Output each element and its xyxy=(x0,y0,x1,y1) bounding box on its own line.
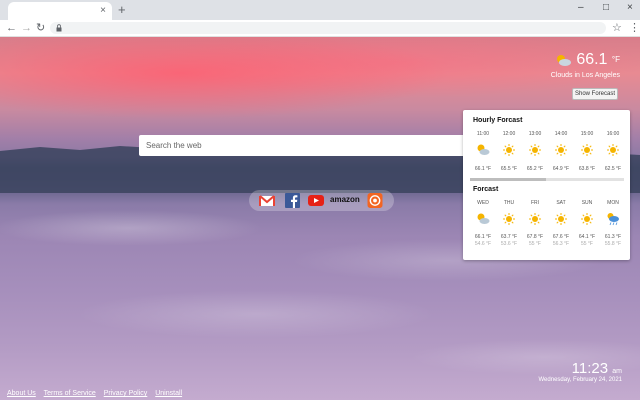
sun-icon xyxy=(548,212,574,226)
footer-links: About Us Terms of Service Privacy Policy… xyxy=(7,390,188,397)
clock-date: Wednesday, February 24, 2021 xyxy=(538,377,623,383)
day-low: 55.8 °F xyxy=(604,241,622,247)
hour-temp: 63.8 °F xyxy=(578,166,596,172)
hour-temp: 62.5 °F xyxy=(604,166,622,172)
new-tab-icon[interactable]: + xyxy=(118,3,126,17)
hour-label: 14:00 xyxy=(554,131,568,137)
temp-unit: °F xyxy=(611,55,620,64)
hour-label: 13:00 xyxy=(528,131,542,137)
hour-label: 12:00 xyxy=(502,131,516,137)
day-label: SAT xyxy=(556,200,566,206)
day-label: MON xyxy=(607,200,619,206)
clock: 11:23 am xyxy=(572,360,622,377)
clock-ampm: am xyxy=(612,368,622,375)
sun-icon xyxy=(600,143,626,157)
hourly-icons xyxy=(470,143,626,157)
terms-link[interactable]: Terms of Service xyxy=(44,390,96,397)
search-placeholder: Search the web xyxy=(146,141,202,150)
day-high: 61.3 °F xyxy=(604,234,622,240)
day-label: THU xyxy=(503,200,515,206)
back-icon[interactable]: ← xyxy=(6,21,17,35)
partly-cloudy-icon xyxy=(556,54,571,66)
shortcuts-bar: amazon xyxy=(249,190,394,211)
current-temp: 66.1 xyxy=(576,51,608,68)
sun-icon xyxy=(574,212,600,226)
day-low: 55 °F xyxy=(580,241,593,247)
day-high: 66.1 °F xyxy=(474,234,492,240)
browser-tabstrip: × + – □ × xyxy=(0,0,640,20)
partly-cloudy-icon xyxy=(470,212,496,226)
daily-highs: 66.1 °F 63.7 °F 67.8 °F 67.6 °F 64.1 °F … xyxy=(470,234,626,240)
maximize-icon[interactable]: □ xyxy=(603,2,609,14)
hourly-temps: 66.1 °F 65.5 °F 65.2 °F 64.9 °F 63.8 °F … xyxy=(470,166,626,172)
browser-menu-icon[interactable]: ⋮ xyxy=(629,21,640,35)
daily-icons xyxy=(470,212,626,226)
minimize-icon[interactable]: – xyxy=(578,2,584,14)
day-high: 64.1 °F xyxy=(578,234,596,240)
day-high: 67.8 °F xyxy=(526,234,544,240)
address-bar[interactable] xyxy=(50,22,606,34)
daily-days: WED THU FRI SAT SUN MON xyxy=(470,200,626,206)
hourly-title: Hourly Forcast xyxy=(473,117,523,124)
day-high: 67.6 °F xyxy=(552,234,570,240)
current-temp-row: 66.1 °F xyxy=(551,50,620,70)
hour-temp: 65.5 °F xyxy=(500,166,518,172)
hour-temp: 64.9 °F xyxy=(552,166,570,172)
day-label: WED xyxy=(477,200,489,206)
facebook-icon[interactable] xyxy=(285,193,300,208)
day-low: 53.6 °F xyxy=(500,241,518,247)
privacy-link[interactable]: Privacy Policy xyxy=(104,390,148,397)
hour-temp: 66.1 °F xyxy=(474,166,492,172)
browser-tab[interactable]: × xyxy=(8,2,112,20)
day-low: 55 °F xyxy=(528,241,541,247)
sun-icon xyxy=(522,212,548,226)
search-input[interactable]: Search the web xyxy=(139,135,463,156)
forecast-panel: Hourly Forcast 11:00 12:00 13:00 14:00 1… xyxy=(463,110,630,260)
lock-icon xyxy=(56,24,62,32)
day-low: 54.6 °F xyxy=(474,241,492,247)
sun-icon xyxy=(496,212,522,226)
bookmark-star-icon[interactable]: ☆ xyxy=(612,21,622,35)
sun-icon xyxy=(548,143,574,157)
show-forecast-button[interactable]: Show Forecast xyxy=(572,88,618,100)
daily-lows: 54.6 °F 53.6 °F 55 °F 56.3 °F 55 °F 55.8… xyxy=(470,241,626,247)
about-us-link[interactable]: About Us xyxy=(7,390,36,397)
hour-label: 16:00 xyxy=(606,131,620,137)
hour-label: 11:00 xyxy=(476,131,490,137)
reload-icon[interactable]: ↻ xyxy=(36,21,45,35)
clock-time: 11:23 xyxy=(571,360,609,377)
current-weather: 66.1 °F Clouds in Los Angeles xyxy=(551,50,620,79)
scrollbar-thumb[interactable] xyxy=(470,178,546,181)
amazon-shortcut[interactable]: amazon xyxy=(330,195,360,210)
window-close-icon[interactable]: × xyxy=(627,2,633,14)
hourly-times: 11:00 12:00 13:00 14:00 15:00 16:00 xyxy=(470,131,626,137)
sun-icon xyxy=(574,143,600,157)
browser-toolbar: ← → ↻ ☆ ⋮ xyxy=(0,20,640,37)
day-label: SUN xyxy=(581,200,593,206)
youtube-icon[interactable] xyxy=(308,193,324,208)
hour-temp: 65.2 °F xyxy=(526,166,544,172)
forward-icon[interactable]: → xyxy=(21,21,32,35)
sun-icon xyxy=(522,143,548,157)
uninstall-link[interactable]: Uninstall xyxy=(155,390,182,397)
day-label: FRI xyxy=(530,200,540,206)
weather-description: Clouds in Los Angeles xyxy=(550,72,620,79)
hour-label: 15:00 xyxy=(580,131,594,137)
rain-cloud-icon xyxy=(600,212,626,226)
sun-icon xyxy=(496,143,522,157)
shortcut-app-icon[interactable] xyxy=(367,193,383,208)
gmail-icon[interactable] xyxy=(259,193,275,208)
partly-cloudy-icon xyxy=(470,143,496,157)
daily-title: Forcast xyxy=(473,186,499,193)
day-low: 56.3 °F xyxy=(552,241,570,247)
day-high: 63.7 °F xyxy=(500,234,518,240)
hourly-scrollbar[interactable] xyxy=(470,178,624,181)
tab-close-icon[interactable]: × xyxy=(100,5,106,17)
